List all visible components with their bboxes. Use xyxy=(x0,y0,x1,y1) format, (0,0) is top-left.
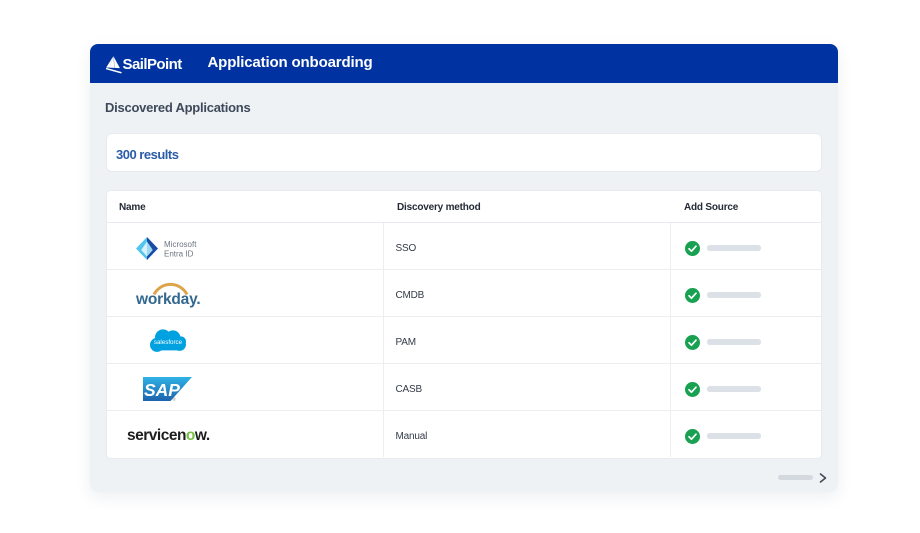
svg-text:salesforce: salesforce xyxy=(154,339,183,346)
svg-text:workday.: workday. xyxy=(136,291,200,308)
svg-text:Entra ID: Entra ID xyxy=(164,250,194,259)
svg-text:Microsoft: Microsoft xyxy=(164,240,197,249)
